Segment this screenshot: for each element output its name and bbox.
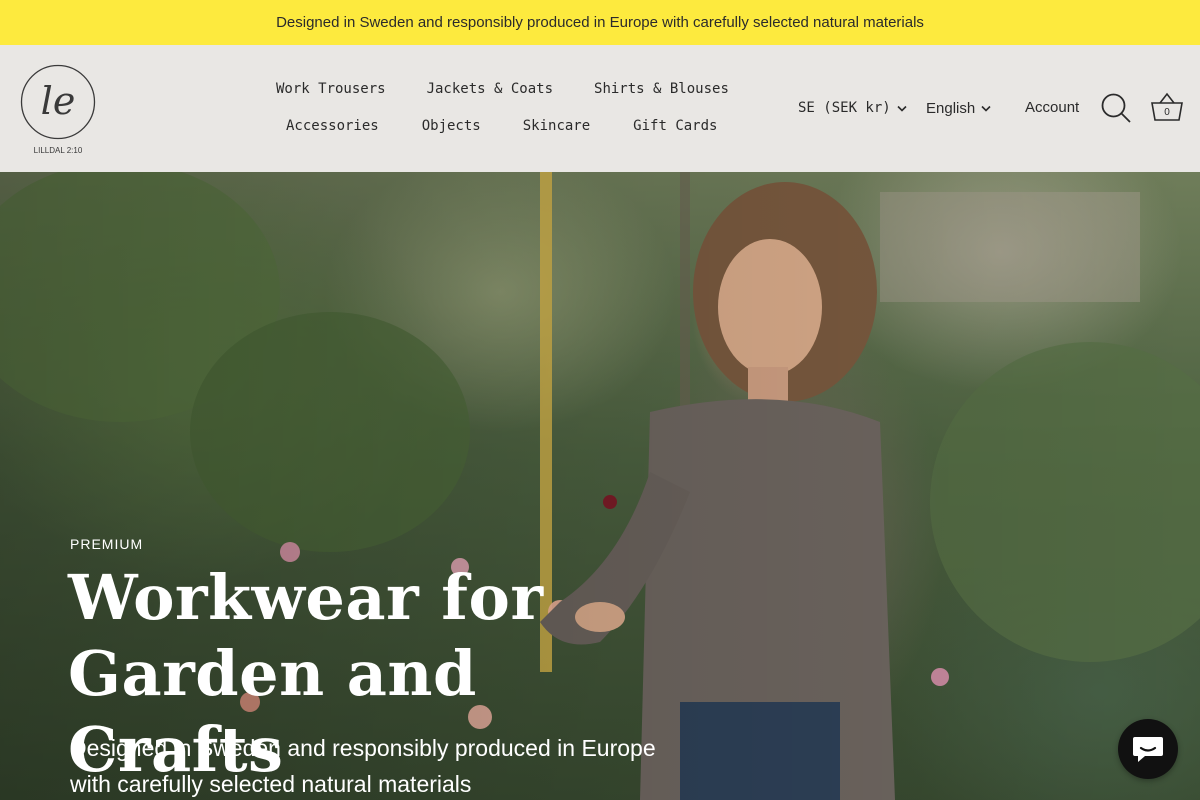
cart-button[interactable]: 0 <box>1149 89 1185 125</box>
brand-logo[interactable]: le LILLDAL 2:10 <box>18 64 98 156</box>
announcement-text: Designed in Sweden and responsibly produ… <box>276 14 924 31</box>
hero-banner: PREMIUM Workwear for Garden and Crafts D… <box>0 172 1200 800</box>
logo-monogram: le <box>41 79 76 123</box>
cart-count: 0 <box>1164 107 1170 118</box>
logo-wordmark: LILLDAL 2:10 <box>34 146 83 155</box>
main-nav-row-2: Accessories Objects Skincare Gift Cards <box>286 118 717 134</box>
basket-icon: 0 <box>1151 92 1183 121</box>
hero-eyebrow: PREMIUM <box>70 536 144 552</box>
nav-gift-cards[interactable]: Gift Cards <box>633 118 717 134</box>
chevron-down-icon <box>897 105 907 112</box>
nav-jackets-coats[interactable]: Jackets & Coats <box>427 81 553 97</box>
language-label: English <box>926 100 976 117</box>
currency-selector[interactable]: SE (SEK kr) <box>798 100 907 116</box>
account-link[interactable]: Account <box>1025 99 1079 116</box>
hero-subtitle-line-2: with carefully selected natural material… <box>70 771 472 797</box>
site-header: le LILLDAL 2:10 Work Trousers Jackets & … <box>0 45 1200 172</box>
main-nav-row-1: Work Trousers Jackets & Coats Shirts & B… <box>276 81 729 97</box>
chat-icon <box>1133 737 1163 762</box>
nav-shirts-blouses[interactable]: Shirts & Blouses <box>594 81 729 97</box>
chat-button[interactable] <box>1118 719 1178 779</box>
nav-work-trousers[interactable]: Work Trousers <box>276 81 386 97</box>
currency-label: SE (SEK kr) <box>798 100 891 116</box>
chevron-down-icon <box>981 105 991 112</box>
hero-title-line-1: Workwear for <box>68 561 544 634</box>
search-icon <box>1101 93 1131 123</box>
nav-skincare[interactable]: Skincare <box>523 118 590 134</box>
hero-subtitle: Designed in Sweden and responsibly produ… <box>70 730 670 800</box>
announcement-bar: Designed in Sweden and responsibly produ… <box>0 0 1200 45</box>
hero-subtitle-line-1: Designed in Sweden and responsibly produ… <box>70 735 656 761</box>
nav-objects[interactable]: Objects <box>422 118 481 134</box>
nav-accessories[interactable]: Accessories <box>286 118 379 134</box>
language-selector[interactable]: English <box>926 100 991 117</box>
search-button[interactable] <box>1099 91 1133 125</box>
